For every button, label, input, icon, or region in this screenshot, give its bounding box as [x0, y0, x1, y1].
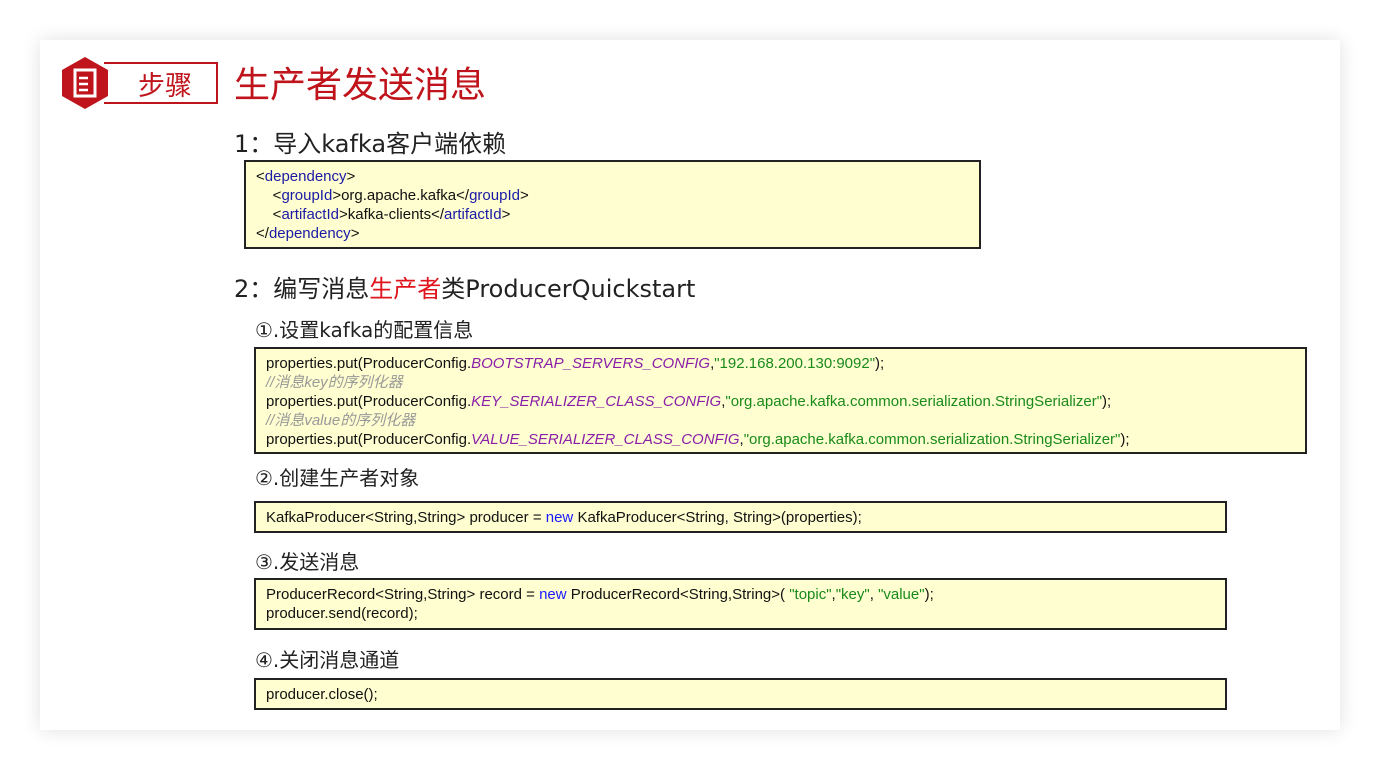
step-badge: 步骤 [60, 56, 218, 109]
sub4-heading: ④.关闭消息通道 [255, 648, 400, 672]
close-code-block: producer.close(); [254, 678, 1227, 710]
step2-heading: 2：编写消息生产者类ProducerQuickstart [234, 275, 696, 303]
sub2-heading: ②.创建生产者对象 [255, 466, 420, 490]
page-title: 生产者发送消息 [234, 65, 487, 106]
dependency-code-block: <dependency> <groupId>org.apache.kafka</… [244, 160, 981, 249]
sub1-heading: ①.设置kafka的配置信息 [255, 318, 474, 342]
document-icon [62, 57, 108, 109]
step1-heading: 1：导入kafka客户端依赖 [234, 130, 507, 158]
config-code-block: properties.put(ProducerConfig.BOOTSTRAP_… [254, 347, 1307, 454]
producer-code-block: KafkaProducer<String,String> producer = … [254, 501, 1227, 533]
sub3-heading: ③.发送消息 [255, 550, 360, 574]
send-code-block: ProducerRecord<String,String> record = n… [254, 578, 1227, 630]
slide: 步骤 生产者发送消息 1：导入kafka客户端依赖 <dependency> <… [40, 40, 1340, 730]
badge-label: 步骤 [104, 62, 218, 104]
